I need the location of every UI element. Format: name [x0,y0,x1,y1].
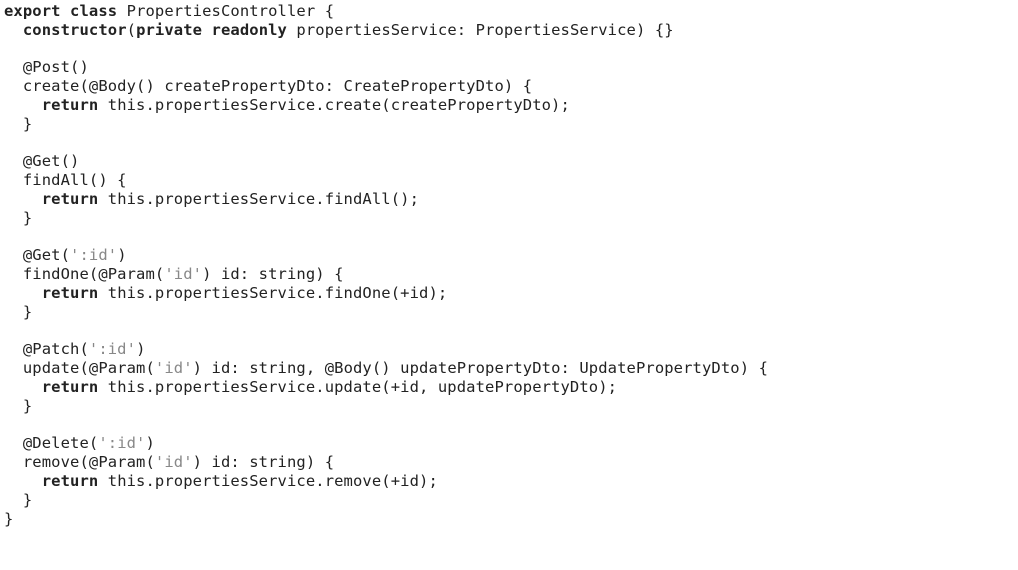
kw-readonly: readonly [212,21,287,39]
code-line: } [4,491,32,509]
code-line: @Get(':id') [4,246,127,264]
str-id: 'id' [155,359,193,377]
code-line: } [4,510,13,528]
code-line: findOne(@Param('id') id: string) { [4,265,344,283]
code-line: return this.propertiesService.create(cre… [4,96,570,114]
code-line: } [4,209,32,227]
code-line: } [4,397,32,415]
str-id: 'id' [155,453,193,471]
code-line: @Post() [4,58,89,76]
code-line: constructor(private readonly propertiesS… [4,21,674,39]
kw-return: return [42,96,99,114]
code-line: findAll() { [4,171,127,189]
kw-return: return [42,472,99,490]
kw-private: private [136,21,202,39]
code-line: @Get() [4,152,79,170]
str-id: ':id' [70,246,117,264]
str-id: ':id' [89,340,136,358]
code-line: return this.propertiesService.update(+id… [4,378,617,396]
kw-return: return [42,378,99,396]
code-line: return this.propertiesService.remove(+id… [4,472,438,490]
code-line: export class PropertiesController { [4,2,334,20]
code-line: @Delete(':id') [4,434,155,452]
code-block: export class PropertiesController { cons… [0,0,1018,528]
kw-return: return [42,190,99,208]
kw-return: return [42,284,99,302]
code-line: remove(@Param('id') id: string) { [4,453,334,471]
str-id: ':id' [98,434,145,452]
kw-constructor: constructor [23,21,127,39]
str-id: 'id' [164,265,202,283]
code-line: @Patch(':id') [4,340,146,358]
kw-export: export [4,2,61,20]
kw-class: class [70,2,117,20]
code-line: } [4,303,32,321]
code-line: return this.propertiesService.findAll(); [4,190,419,208]
code-line: } [4,115,32,133]
code-line: create(@Body() createPropertyDto: Create… [4,77,532,95]
code-line: update(@Param('id') id: string, @Body() … [4,359,768,377]
code-line: return this.propertiesService.findOne(+i… [4,284,447,302]
